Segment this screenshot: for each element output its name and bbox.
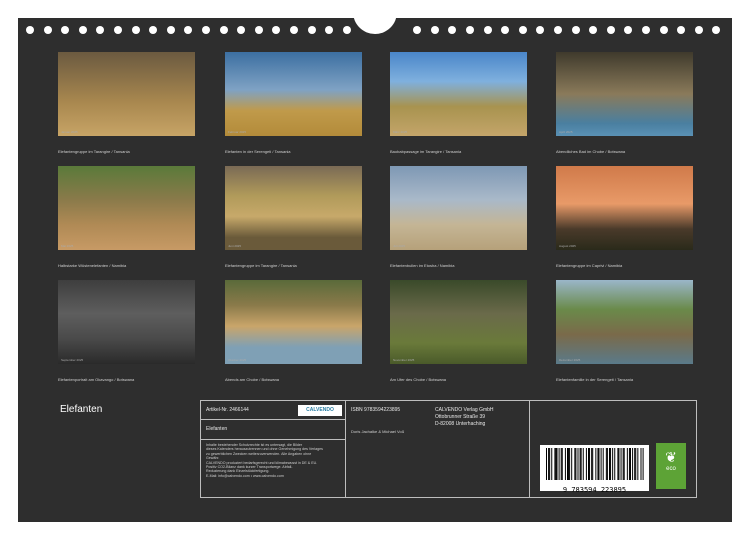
- binding-hole: [466, 26, 474, 34]
- binding-hole: [501, 26, 510, 34]
- binding-hole: [571, 26, 580, 34]
- barcode-number: 9 783594 223895: [562, 486, 627, 494]
- calendar-title: Elefanten: [60, 404, 103, 415]
- legal-text: Inhalte bestehender Schutzrechte ist es …: [206, 443, 323, 478]
- binding-hole: [184, 26, 193, 34]
- thumbnail-10: Oktober 2025: [225, 280, 362, 364]
- thumbnail-caption: Elefantengruppe im Tarangire / Tansania: [225, 263, 297, 268]
- thumb-month: August 2025: [559, 244, 576, 248]
- binding-hole: [43, 26, 52, 34]
- thumbnail-4: April 2025: [556, 52, 693, 136]
- thumbnail-6: Juni 2025: [225, 166, 362, 250]
- binding-hole: [219, 26, 228, 34]
- binding-hole: [254, 26, 263, 34]
- binding-hole: [272, 26, 281, 34]
- barcode: 9 783594 223895: [540, 445, 649, 494]
- thumb-month: April 2025: [559, 130, 573, 134]
- binding-hole: [96, 26, 105, 34]
- thumbnail-8: August 2025: [556, 166, 693, 250]
- leaf-icon: ❦: [665, 449, 677, 465]
- article-number: Artikel-Nr. 2466144: [206, 407, 249, 413]
- binding-hole: [166, 26, 175, 34]
- binding-hole: [237, 26, 246, 34]
- thumbnail-caption: Elefanten in der Serengeti / Tansania: [225, 149, 291, 154]
- binding-hole: [61, 26, 70, 34]
- thumb-month: Februar 2025: [228, 130, 247, 134]
- thumbnail-caption: Elefantengruppe im Caprivi / Namibia: [556, 263, 623, 268]
- authors: Doris Jachalke & Michael Voß: [351, 429, 405, 434]
- binding-hole: [448, 26, 457, 34]
- calvendo-logo: CALVENDO: [298, 405, 342, 416]
- calendar-back-sheet: Januar 2025 Februar 2025 März 2025 April…: [18, 4, 732, 522]
- thumb-month: Oktober 2025: [228, 358, 247, 362]
- binding-hole: [325, 26, 334, 34]
- binding-hole: [483, 26, 492, 34]
- thumbnail-2: Februar 2025: [225, 52, 362, 136]
- thumb-month: September 2025: [61, 358, 84, 362]
- thumbnail-caption: Baobabpassage im Tarangire / Tansania: [390, 149, 462, 154]
- binding-hole: [624, 26, 633, 34]
- binding-hole: [114, 26, 122, 34]
- thumbnail-caption: Abendliches Bad im Chobe / Botswana: [556, 149, 626, 154]
- binding-hole: [589, 26, 598, 34]
- binding-hole: [202, 26, 210, 34]
- binding-hole: [430, 26, 439, 34]
- thumb-month: Juli 2025: [393, 244, 406, 248]
- barcode-bars: [546, 448, 644, 480]
- binding-hole: [342, 26, 351, 34]
- product-title: Elefanten: [206, 426, 228, 432]
- thumbnail-caption: Elefantenfamilie in der Serengeti / Tans…: [556, 377, 634, 382]
- binding-hole: [413, 26, 422, 34]
- publisher-address: CALVENDO Verlag GmbH Ottobrunner Straße 3…: [435, 407, 494, 427]
- thumbnail-9: September 2025: [58, 280, 195, 364]
- thumbnail-caption: Elefantenportrait am Okavango / Botswana: [58, 377, 135, 382]
- binding-hole: [290, 26, 298, 34]
- binding-hole: [536, 26, 545, 34]
- binding-hole: [78, 26, 87, 34]
- thumbnail-11: November 2025: [390, 280, 527, 364]
- thumbnail-caption: Abends am Chobe / Botswana: [225, 377, 280, 382]
- thumb-month: Juni 2025: [228, 244, 242, 248]
- thumbnail-caption: Elefantengruppe im Tarangire / Tansania: [58, 149, 130, 154]
- thumbnail-1: Januar 2025: [58, 52, 195, 136]
- thumb-month: Januar 2025: [61, 130, 78, 134]
- binding-hole: [518, 26, 527, 34]
- thumbnail-12: Dezember 2025: [556, 280, 693, 364]
- thumb-month: November 2025: [393, 358, 415, 362]
- binding-hole: [131, 26, 140, 34]
- binding-hole: [694, 26, 703, 34]
- eco-label: ❦ eco: [656, 443, 686, 489]
- binding-hole: [606, 26, 615, 34]
- isbn: ISBN 9783594223895: [351, 407, 401, 413]
- binding-hole: [554, 26, 562, 34]
- binding-hole: [307, 26, 316, 34]
- thumbnail-caption: Halbstarke Wüstenelefanten / Namibia: [58, 263, 127, 268]
- info-box: Artikel-Nr. 2466144 CALVENDO Elefanten I…: [200, 400, 697, 498]
- thumb-month: Mai 2025: [61, 244, 74, 248]
- thumbnail-5: Mai 2025: [58, 166, 195, 250]
- binding-hole: [712, 26, 721, 34]
- thumb-month: März 2025: [393, 130, 408, 134]
- binding-hole: [659, 26, 668, 34]
- binding-hole: [677, 26, 686, 34]
- thumbnail-caption: Elefantenbullen im Etosha / Namibia: [390, 263, 455, 268]
- thumb-month: Dezember 2025: [559, 358, 581, 362]
- binding-hole: [26, 26, 34, 34]
- binding-hole: [642, 26, 650, 34]
- thumbnail-caption: Am Ufer des Chobe / Botswana: [390, 377, 447, 382]
- binding-hole: [149, 26, 158, 34]
- thumbnail-3: März 2025: [390, 52, 527, 136]
- thumbnail-7: Juli 2025: [390, 166, 527, 250]
